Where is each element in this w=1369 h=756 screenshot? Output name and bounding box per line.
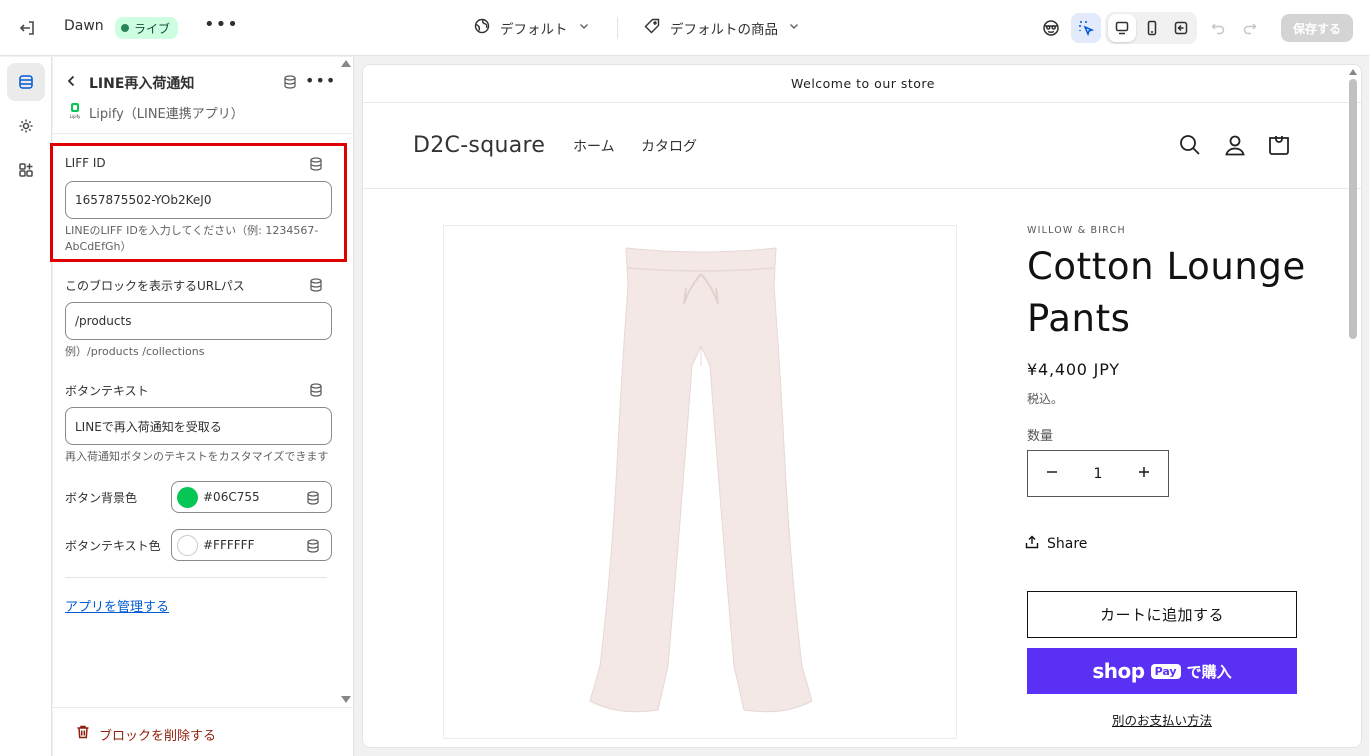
lipify-logo: Lipify (67, 102, 83, 120)
color-swatch[interactable] (177, 486, 198, 508)
store-preview: Welcome to our store D2C-square ホーム カタログ… (362, 64, 1362, 748)
cart-icon[interactable] (1267, 133, 1291, 157)
highlight-box (50, 143, 347, 262)
divider (65, 577, 327, 578)
database-icon[interactable] (308, 382, 324, 398)
shop-pay-label: で購入 (1186, 662, 1232, 681)
delete-block-button[interactable]: ブロックを削除する (75, 724, 216, 744)
share-button[interactable]: Share (1025, 535, 1087, 553)
redo-icon[interactable] (1235, 13, 1265, 43)
quantity-stepper: 1 (1027, 450, 1169, 497)
url-path-help: 例）/products /collections (65, 345, 205, 358)
tax-note: 税込。 (1027, 392, 1064, 406)
live-dot (121, 24, 129, 32)
preview-scrollbar[interactable] (1349, 79, 1357, 339)
url-path-input[interactable]: /products (65, 302, 332, 340)
shop-pay-button[interactable]: shop Pay で購入 (1027, 648, 1297, 694)
button-text-label: ボタンテキスト (65, 384, 149, 398)
nav-catalog[interactable]: カタログ (641, 136, 697, 156)
color-swatch[interactable] (177, 534, 198, 556)
divider (617, 17, 618, 39)
live-badge: ライブ (115, 17, 179, 39)
desktop-icon[interactable] (1108, 14, 1136, 42)
lipify-logo-caption: Lipify (70, 114, 81, 119)
button-text-color-value: #FFFFFF (203, 538, 255, 552)
chevron-down-icon (578, 20, 590, 36)
sections-icon[interactable] (7, 63, 45, 101)
fullscreen-icon[interactable] (1167, 14, 1195, 42)
preview-scroll-up[interactable] (1349, 69, 1357, 75)
save-button[interactable]: 保存する (1281, 14, 1353, 42)
store-header: D2C-square ホーム カタログ (363, 103, 1361, 189)
announcement-bar: Welcome to our store (363, 65, 1361, 103)
panel-scroll-down[interactable] (341, 696, 351, 703)
template-selector[interactable]: デフォルト (474, 16, 590, 40)
app-name: Lipify（LINE連携アプリ） (89, 107, 244, 122)
database-icon[interactable] (305, 490, 321, 506)
panel-scroll-up[interactable] (341, 60, 351, 67)
button-bg-color-value: #06C755 (203, 490, 260, 504)
template-label: デフォルト (500, 22, 568, 38)
tag-icon (644, 18, 660, 38)
left-rail (0, 57, 52, 756)
nav-home[interactable]: ホーム (573, 136, 615, 156)
mobile-icon[interactable] (1138, 14, 1166, 42)
shop-pay-logo: shop (1092, 659, 1145, 683)
plus-icon[interactable] (1138, 466, 1150, 482)
button-text-color-label: ボタンテキスト色 (65, 539, 161, 553)
store-logo[interactable]: D2C-square (413, 133, 545, 158)
pants-illustration (589, 247, 813, 713)
product-selector[interactable]: デフォルトの商品 (644, 16, 800, 40)
quantity-value[interactable]: 1 (1094, 466, 1103, 482)
share-label: Share (1047, 536, 1088, 552)
button-text-color-picker[interactable]: #FFFFFF (171, 529, 332, 561)
undo-icon[interactable] (1203, 13, 1233, 43)
manage-app-link[interactable]: アプリを管理する (65, 596, 169, 615)
add-to-cart-button[interactable]: カートに追加する (1027, 591, 1297, 638)
share-icon (1025, 535, 1039, 553)
account-icon[interactable] (1223, 133, 1247, 157)
product-label: デフォルトの商品 (670, 22, 778, 38)
live-badge-label: ライブ (134, 21, 171, 36)
product-vendor: WILLOW & BIRCH (1027, 225, 1126, 236)
back-icon[interactable] (65, 73, 79, 92)
block-more-button[interactable]: ••• (305, 71, 336, 90)
quantity-label: 数量 (1027, 429, 1054, 444)
search-icon[interactable] (1178, 133, 1202, 157)
exit-icon[interactable] (18, 18, 38, 38)
apps-icon[interactable] (7, 151, 45, 189)
url-path-label: このブロックを表示するURLパス (65, 279, 245, 293)
inspector-icon[interactable] (1036, 13, 1066, 43)
button-bg-color-picker[interactable]: #06C755 (171, 481, 332, 513)
top-bar: Dawn ライブ ••• デフォルト デフォルトの商品 保存する (0, 0, 1369, 56)
settings-icon[interactable] (7, 107, 45, 145)
globe-icon (474, 18, 490, 38)
button-text-input[interactable]: LINEで再入荷通知を受取る (65, 407, 332, 445)
theme-name: Dawn (64, 18, 104, 34)
minus-icon[interactable] (1046, 466, 1058, 482)
button-bg-color-label: ボタン背景色 (65, 491, 138, 505)
theme-more-button[interactable]: ••• (204, 16, 238, 38)
select-icon[interactable] (1071, 13, 1101, 43)
database-icon[interactable] (282, 74, 298, 90)
panel-footer: ブロックを削除する (53, 707, 354, 756)
product-title: Cotton Lounge Pants (1027, 245, 1306, 340)
shop-pay-badge: Pay (1150, 663, 1181, 679)
panel-header: LINE再入荷通知 ••• Lipify Lipify（LINE連携アプリ） (53, 57, 354, 134)
button-text-help: 再入荷通知ボタンのテキストをカスタマイズできます (65, 450, 329, 463)
trash-icon (75, 724, 91, 744)
chevron-down-icon (788, 20, 800, 36)
product-image[interactable] (443, 225, 957, 739)
database-icon[interactable] (308, 277, 324, 293)
database-icon[interactable] (305, 538, 321, 554)
product-price: ¥4,400 JPY (1027, 360, 1120, 379)
block-title: LINE再入荷通知 (89, 76, 195, 92)
delete-block-label: ブロックを削除する (99, 728, 217, 744)
more-payment-options-link[interactable]: 別のお支払い方法 (1027, 710, 1297, 729)
